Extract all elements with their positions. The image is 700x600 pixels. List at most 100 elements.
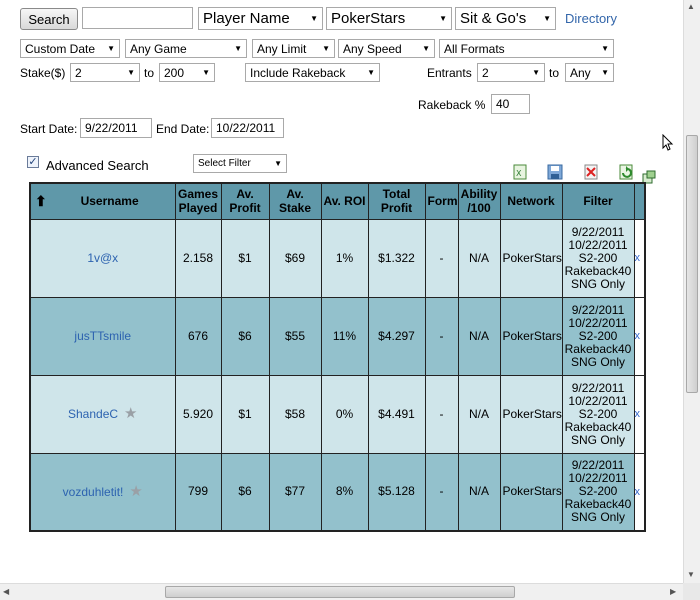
total-profit-cell: $1.322 bbox=[367, 218, 426, 298]
entrants-to-select[interactable]: Any ▼ bbox=[565, 63, 614, 82]
remove-row-link[interactable]: x bbox=[635, 408, 641, 420]
speed-select[interactable]: Any Speed ▼ bbox=[338, 39, 435, 58]
chevron-down-icon: ▼ bbox=[234, 44, 242, 53]
advanced-search-checkbox[interactable]: ✓ bbox=[27, 156, 39, 168]
av-stake-header[interactable]: Av. Stake bbox=[268, 182, 322, 220]
chevron-down-icon: ▼ bbox=[127, 68, 135, 77]
header-edge-cell bbox=[633, 182, 646, 220]
network-select[interactable]: PokerStars ▼ bbox=[326, 7, 452, 30]
game-select[interactable]: Any Game ▼ bbox=[125, 39, 247, 58]
remove-row-link[interactable]: x bbox=[635, 486, 641, 498]
entrants-to-value: Any bbox=[570, 65, 591, 80]
scroll-left-icon[interactable]: ◀ bbox=[3, 587, 9, 596]
formats-value: All Formats bbox=[444, 41, 505, 56]
horizontal-scroll-thumb[interactable] bbox=[165, 586, 515, 598]
limit-select[interactable]: Any Limit ▼ bbox=[252, 39, 335, 58]
delete-icon[interactable] bbox=[583, 164, 599, 180]
rakeback-select[interactable]: Include Rakeback ▼ bbox=[245, 63, 380, 82]
filter-line: S2-200 bbox=[578, 328, 618, 343]
chevron-down-icon: ▼ bbox=[274, 159, 282, 168]
total-profit-cell: $5.128 bbox=[367, 452, 426, 532]
profit-cell: $6 bbox=[220, 452, 270, 532]
form-header[interactable]: Form bbox=[424, 182, 459, 220]
entrants-label: Entrants bbox=[427, 66, 472, 80]
scroll-down-icon[interactable]: ▼ bbox=[687, 570, 695, 579]
star-icon[interactable]: ★ bbox=[129, 483, 142, 500]
chevron-down-icon: ▼ bbox=[422, 44, 430, 53]
table-header-row: ⬆ Username Games Played Av. Profit Av. S… bbox=[29, 182, 646, 220]
stake-from-value: 2 bbox=[75, 65, 82, 80]
remove-cell: x bbox=[633, 452, 646, 532]
network-header[interactable]: Network bbox=[499, 182, 563, 220]
stake-cell: $77 bbox=[268, 452, 322, 532]
chevron-down-icon: ▼ bbox=[202, 68, 210, 77]
search-type-select[interactable]: Player Name ▼ bbox=[198, 7, 323, 30]
roi-cell: 8% bbox=[320, 452, 369, 532]
rakeback-pct-input[interactable]: 40 bbox=[491, 94, 530, 114]
vertical-scrollbar[interactable]: ▲ ▼ bbox=[683, 0, 700, 583]
table-row: 1v@x 2.158 $1 $69 1% $1.322 - N/A PokerS… bbox=[29, 218, 646, 298]
vertical-scroll-thumb[interactable] bbox=[686, 135, 698, 393]
search-input[interactable] bbox=[82, 7, 193, 29]
stake-cell: $55 bbox=[268, 296, 322, 376]
search-button[interactable]: Search bbox=[20, 8, 78, 30]
remove-row-link[interactable]: x bbox=[635, 252, 641, 264]
entrants-from-select[interactable]: 2 ▼ bbox=[477, 63, 545, 82]
username-header[interactable]: ⬆ Username bbox=[29, 182, 176, 220]
filter-line: Rakeback40 bbox=[564, 263, 632, 278]
chevron-down-icon: ▼ bbox=[107, 44, 115, 53]
horizontal-scrollbar[interactable]: ◀ ▶ bbox=[0, 583, 683, 600]
date-range-select[interactable]: Custom Date ▼ bbox=[20, 39, 120, 58]
filter-line: SNG Only bbox=[570, 510, 625, 525]
entrants-from-value: 2 bbox=[482, 65, 489, 80]
games-cell: 799 bbox=[174, 452, 222, 532]
filter-line: SNG Only bbox=[570, 276, 625, 291]
export-excel-icon[interactable]: X bbox=[512, 164, 528, 180]
username-link[interactable]: ShandeC bbox=[68, 407, 118, 421]
username-cell: vozduhletit! ★ bbox=[29, 452, 176, 532]
remove-row-link[interactable]: x bbox=[635, 330, 641, 342]
profit-cell: $6 bbox=[220, 296, 270, 376]
ability-header[interactable]: Ability /100 bbox=[457, 182, 501, 220]
filter-line: 10/22/2011 bbox=[568, 393, 628, 408]
sort-arrow-icon[interactable]: ⬆ bbox=[35, 194, 47, 208]
refresh-icon[interactable] bbox=[618, 164, 634, 180]
av-profit-header[interactable]: Av. Profit bbox=[220, 182, 270, 220]
roi-cell: 0% bbox=[320, 374, 369, 454]
select-filter-dropdown[interactable]: Select Filter ▼ bbox=[193, 154, 287, 173]
games-cell: 676 bbox=[174, 296, 222, 376]
table-row: ShandeC ★ 5.920 $1 $58 0% $4.491 - N/A Po… bbox=[29, 374, 646, 454]
scroll-up-icon[interactable]: ▲ bbox=[687, 2, 695, 11]
start-date-input[interactable]: 9/22/2011 bbox=[80, 118, 152, 138]
scroll-right-icon[interactable]: ▶ bbox=[670, 587, 676, 596]
ability-cell: N/A bbox=[457, 452, 501, 532]
username-link[interactable]: vozduhletit! bbox=[63, 485, 124, 499]
stake-from-select[interactable]: 2 ▼ bbox=[70, 63, 140, 82]
chevron-down-icon: ▼ bbox=[439, 14, 447, 23]
total-profit-cell: $4.491 bbox=[367, 374, 426, 454]
av-roi-header[interactable]: Av. ROI bbox=[320, 182, 369, 220]
end-date-input[interactable]: 10/22/2011 bbox=[211, 118, 284, 138]
filter-header[interactable]: Filter bbox=[561, 182, 635, 220]
stake-to-select[interactable]: 200 ▼ bbox=[159, 63, 215, 82]
games-played-header[interactable]: Games Played bbox=[174, 182, 222, 220]
chevron-down-icon: ▼ bbox=[310, 14, 318, 23]
username-cell: ShandeC ★ bbox=[29, 374, 176, 454]
date-range-value: Custom Date bbox=[25, 41, 96, 56]
directory-link[interactable]: Directory bbox=[565, 11, 617, 26]
star-icon[interactable]: ★ bbox=[124, 405, 137, 422]
filter-line: 10/22/2011 bbox=[568, 315, 628, 330]
formats-select[interactable]: All Formats ▼ bbox=[439, 39, 614, 58]
filter-line: 10/22/2011 bbox=[568, 237, 628, 252]
save-icon[interactable] bbox=[547, 164, 563, 180]
table-row: jusTTsmile 676 $6 $55 11% $4.297 - N/A P… bbox=[29, 296, 646, 376]
filter-cell: 9/22/2011 10/22/2011 S2-200 Rakeback40 S… bbox=[561, 218, 635, 298]
games-cell: 2.158 bbox=[174, 218, 222, 298]
filter-line: S2-200 bbox=[578, 250, 618, 265]
game-type-select[interactable]: Sit & Go's ▼ bbox=[455, 7, 556, 30]
username-link[interactable]: 1v@x bbox=[87, 251, 118, 265]
network-cell: PokerStars bbox=[499, 296, 563, 376]
total-profit-header[interactable]: Total Profit bbox=[367, 182, 426, 220]
username-link[interactable]: jusTTsmile bbox=[74, 329, 131, 343]
filter-line: 9/22/2011 bbox=[571, 224, 625, 239]
